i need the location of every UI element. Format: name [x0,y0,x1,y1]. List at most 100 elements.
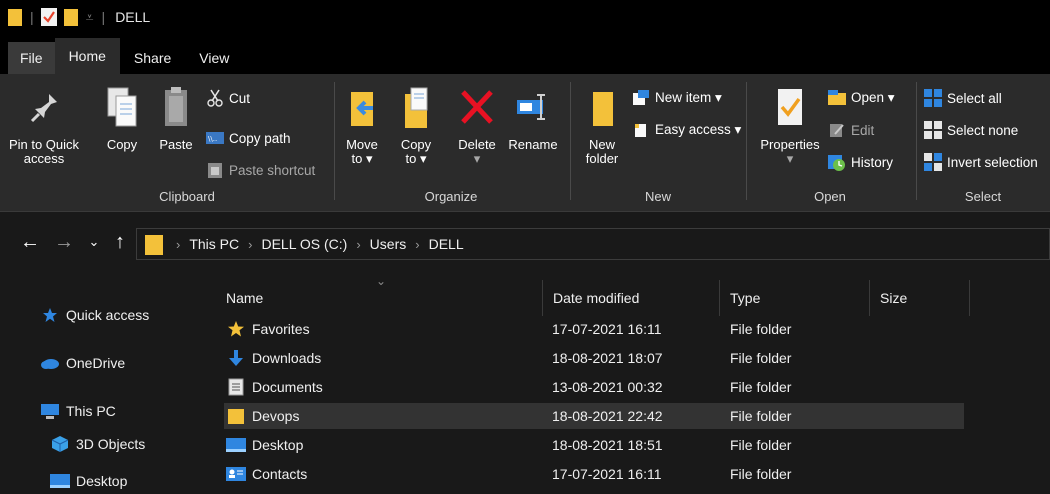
back-arrow-icon[interactable]: ← [18,230,42,254]
copy-path-label: Copy path [229,130,291,146]
invert-selection-button[interactable]: Invert selection [924,152,1038,172]
chevron-right-icon[interactable]: › [415,237,419,252]
clipboard-group: Pin to Quick access Copy Paste Cut \\.. [0,80,334,208]
properties-button[interactable]: Properties ▾ [754,84,826,166]
breadcrumb-dell[interactable]: DELL [429,236,464,252]
new-item-label: New item ▾ [655,90,722,105]
organize-group-label: Organize [424,189,478,204]
properties-checkmark-icon[interactable] [40,7,58,27]
new-item-button[interactable]: New item ▾ [632,88,722,108]
copy-icon [102,84,142,130]
table-row[interactable]: Contacts 17-07-2021 16:11 File folder [224,461,964,487]
paste-shortcut-button[interactable]: Paste shortcut [206,160,315,180]
delete-button[interactable]: Delete ▾ [452,84,502,166]
select-none-button[interactable]: Select none [924,120,1018,140]
new-group: New folder New item ▾ Easy access ▾ New [570,80,746,208]
table-row[interactable]: Devops 18-08-2021 22:42 File folder [224,403,964,429]
folder-icon [145,233,163,255]
chevron-right-icon[interactable]: › [248,237,252,252]
select-all-icon [924,89,942,107]
new-folder-label: folder [585,151,619,166]
chevron-right-icon[interactable]: › [176,237,180,252]
tab-view[interactable]: View [185,42,243,74]
nav-item-label: Quick access [66,307,150,323]
select-group: Select all Select none Invert selection … [916,80,1050,208]
forward-arrow-icon[interactable]: → [52,230,76,254]
pin-icon [24,84,64,130]
chevron-right-icon[interactable]: › [356,237,360,252]
breadcrumb-users[interactable]: Users [370,236,407,252]
copy-path-icon: \\.. [206,129,224,147]
pin-label: access [23,151,65,166]
name-cell: Documents [226,374,323,400]
pin-to-quick-access-button[interactable]: Pin to Quick access [4,84,84,166]
copy-to-label: to ▾ [405,151,427,166]
column-header-date-modified[interactable]: Date modified [542,280,720,316]
recent-locations-chevron-down-icon[interactable]: ⌄ [82,230,106,254]
column-header-name[interactable]: Name [216,280,542,316]
properties-dropdown-icon[interactable]: ▾ [787,152,794,166]
delete-dropdown-icon[interactable]: ▾ [474,152,481,166]
breadcrumb-this-pc[interactable]: This PC [189,236,239,252]
table-row[interactable]: Favorites 17-07-2021 16:11 File folder [224,316,964,342]
file-list: ⌄ Name Date modified Type Size Favorites… [210,272,1050,494]
quick-access-dropdown-icon[interactable]: ⩡ [86,9,94,26]
rename-button[interactable]: Rename [506,84,560,152]
copy-to-label: Copy [400,137,432,152]
clipboard-group-label: Clipboard [159,189,215,204]
date-modified-cell: 13-08-2021 00:32 [552,379,663,395]
new-folder-button[interactable]: New folder [580,84,624,166]
open-button[interactable]: Open ▾ [828,88,895,108]
table-row[interactable]: Downloads 18-08-2021 18:07 File folder [224,345,964,371]
table-row[interactable]: Desktop 18-08-2021 18:51 File folder [224,432,964,458]
copy-path-button[interactable]: \\.. Copy path [206,128,291,148]
nav-item-onedrive[interactable]: OneDrive [40,354,125,372]
type-cell: File folder [730,437,792,453]
history-button[interactable]: History [828,152,893,172]
folder-icon [226,407,246,425]
delete-label: Delete [458,137,496,152]
organize-group: Move to ▾ Copy to ▾ Delete ▾ Rename Orga… [334,80,568,208]
open-label: Open ▾ [851,90,895,105]
easy-access-button[interactable]: Easy access ▾ [632,120,741,140]
move-to-button[interactable]: Move to ▾ [342,84,382,166]
new-folder-icon [582,84,622,130]
column-header-label: Date modified [553,290,640,306]
new-folder-icon[interactable] [62,7,80,27]
cut-button[interactable]: Cut [206,88,250,108]
contact-card-icon [226,465,246,483]
paste-label: Paste [159,137,193,152]
window-title: DELL [115,9,151,25]
nav-item-this-pc[interactable]: This PC [40,402,116,420]
new-group-label: New [644,189,671,204]
up-arrow-icon[interactable]: ↑ [108,230,132,254]
name-cell: Downloads [226,345,321,371]
breadcrumb-dell-os[interactable]: DELL OS (C:) [261,236,347,252]
tab-home[interactable]: Home [54,38,120,74]
new-item-icon [632,89,650,107]
paste-button[interactable]: Paste [154,84,198,152]
tab-share[interactable]: Share [120,42,185,74]
copy-button[interactable]: Copy [100,84,144,152]
date-modified-cell: 17-07-2021 16:11 [552,466,662,482]
file-name: Documents [252,379,323,395]
file-name: Contacts [252,466,308,482]
paste-shortcut-label: Paste shortcut [229,162,316,178]
nav-item-3d-objects[interactable]: 3D Objects [50,435,145,453]
rename-label: Rename [508,137,558,152]
tab-file[interactable]: File [8,42,55,74]
invert-selection-icon [924,153,942,171]
column-header-type[interactable]: Type [720,280,870,316]
easy-access-label: Easy access ▾ [655,122,742,137]
rename-icon [513,84,553,130]
nav-item-desktop[interactable]: Desktop [50,472,127,490]
address-bar[interactable]: › This PC › DELL OS (C:) › Users › DELL [136,228,1050,260]
table-row[interactable]: Documents 13-08-2021 00:32 File folder [224,374,964,400]
nav-item-quick-access[interactable]: Quick access [40,306,149,324]
column-header-label: Name [226,290,264,306]
edit-button[interactable]: Edit [828,120,874,140]
edit-label: Edit [851,122,875,138]
copy-to-button[interactable]: Copy to ▾ [396,84,436,166]
select-all-button[interactable]: Select all [924,88,1002,108]
column-header-size[interactable]: Size [870,280,970,316]
